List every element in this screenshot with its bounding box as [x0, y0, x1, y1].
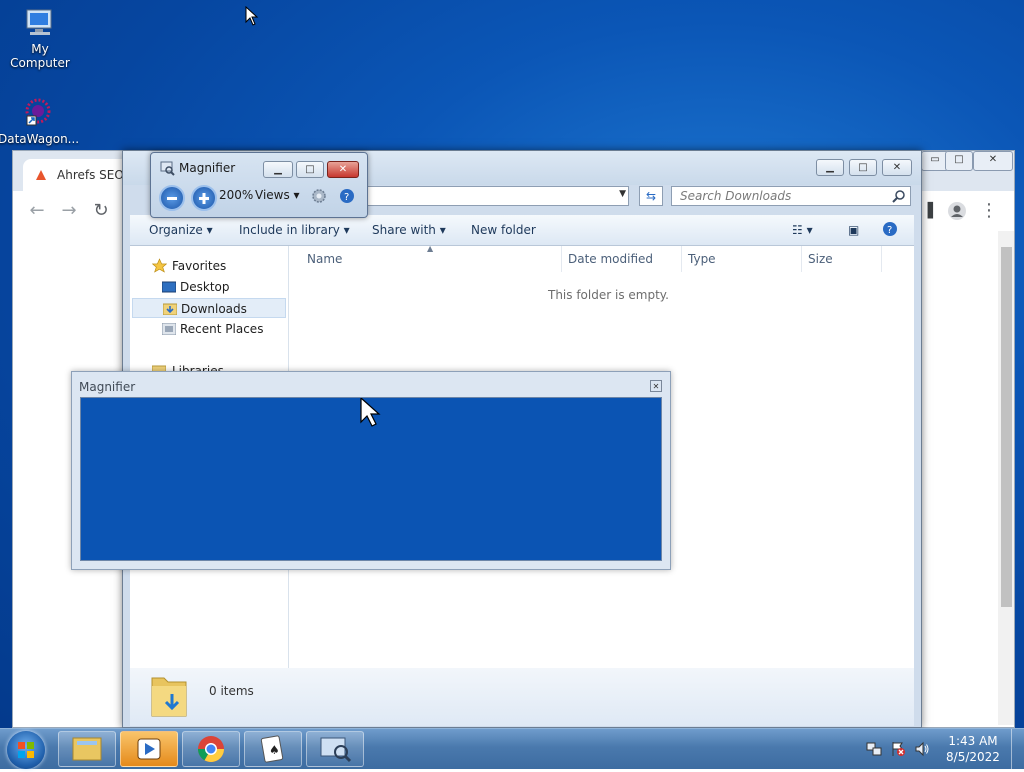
magnifier-toolbar: Magnifier ▁ □ ✕ 200% Views ▾ ?	[150, 152, 368, 218]
explorer-close-button[interactable]: ✕	[882, 159, 912, 176]
help-icon[interactable]: ?	[882, 221, 898, 240]
sort-arrow-icon: ▲	[427, 244, 434, 253]
svg-text:?: ?	[887, 225, 892, 236]
magnifier-lens-window[interactable]: Magnifier ✕	[71, 371, 671, 570]
datawagon-icon	[25, 98, 51, 126]
column-divider[interactable]	[681, 246, 682, 272]
mouse-cursor-icon	[245, 6, 259, 26]
desktop-icon-my-computer[interactable]: My Computer	[0, 8, 80, 70]
back-arrow-icon[interactable]: ←	[25, 199, 49, 223]
svg-text:?: ?	[344, 192, 349, 203]
network-icon[interactable]	[866, 741, 882, 757]
organize-button[interactable]: Organize ▾	[149, 223, 213, 237]
volume-icon[interactable]	[914, 741, 930, 757]
forward-arrow-icon[interactable]: →	[57, 199, 81, 223]
zoom-level: 200%	[219, 188, 254, 202]
column-header-size[interactable]: Size	[808, 252, 833, 266]
folder-icon	[151, 677, 187, 717]
refresh-button[interactable]: ⇆	[639, 186, 663, 206]
taskbar-chrome-button[interactable]	[182, 731, 240, 767]
magnifier-title: Magnifier	[179, 161, 236, 175]
scrollbar-thumb[interactable]	[1001, 247, 1012, 607]
recent-places-icon	[162, 323, 176, 335]
magnifier-close-button[interactable]: ✕	[327, 161, 359, 178]
ahrefs-favicon-icon	[36, 170, 46, 180]
views-dropdown[interactable]: Views ▾	[255, 188, 300, 202]
nav-item-recent-places[interactable]: Recent Places	[132, 319, 286, 339]
preview-pane-icon[interactable]: ▣	[848, 223, 859, 237]
explorer-maximize-button[interactable]: □	[849, 159, 877, 176]
magnifier-icon	[320, 737, 352, 763]
column-header-type[interactable]: Type	[688, 252, 716, 266]
minus-icon	[167, 197, 177, 200]
desktop-icon-label: DataWagon...	[0, 132, 80, 146]
change-view-icon[interactable]: ☷ ▾	[792, 223, 813, 237]
search-icon[interactable]	[892, 189, 906, 203]
column-header-date-modified[interactable]: Date modified	[568, 252, 653, 266]
chrome-maximize-button[interactable]: □	[945, 151, 973, 171]
system-clock[interactable]: 1:43 AM 8/5/2022	[936, 733, 1010, 765]
empty-folder-message: This folder is empty.	[548, 288, 669, 302]
explorer-minimize-button[interactable]: ▁	[816, 159, 844, 176]
desktop-icon-label: My Computer	[10, 42, 70, 70]
column-divider[interactable]	[881, 246, 882, 272]
search-placeholder: Search Downloads	[680, 189, 792, 203]
address-dropdown-icon[interactable]: ▼	[619, 189, 626, 199]
taskbar-media-center-button[interactable]	[120, 731, 178, 767]
magnifier-help-icon[interactable]: ?	[339, 188, 355, 204]
start-button[interactable]	[7, 731, 45, 769]
magnified-view	[80, 397, 662, 561]
solitaire-icon: ♠	[260, 735, 284, 763]
computer-icon	[26, 9, 52, 35]
details-pane: 0 items	[130, 668, 914, 726]
plus-icon	[199, 193, 209, 204]
include-in-library-button[interactable]: Include in library ▾	[239, 223, 350, 237]
clock-time: 1:43 AM	[948, 734, 998, 748]
taskbar-magnifier-button[interactable]	[306, 731, 364, 767]
zoom-out-button[interactable]	[159, 185, 185, 211]
desktop-icon-datawagon[interactable]: DataWagon...	[0, 98, 80, 146]
taskbar-solitaire-button[interactable]: ♠	[244, 731, 302, 767]
show-desktop-button[interactable]	[1011, 729, 1024, 769]
search-input[interactable]: Search Downloads	[671, 186, 911, 206]
nav-item-downloads[interactable]: Downloads	[132, 298, 286, 318]
desktop-folder-icon	[162, 281, 176, 293]
column-headers: Name ▲ Date modified Type Size	[289, 244, 914, 272]
kebab-menu-icon[interactable]: ⋮	[977, 199, 1001, 223]
share-with-button[interactable]: Share with ▾	[372, 223, 446, 237]
zoom-in-button[interactable]	[191, 185, 217, 211]
magnified-cursor-icon	[360, 398, 381, 427]
action-center-flag-icon[interactable]	[890, 741, 906, 757]
taskbar: ♠ 1:43 AM 8/5/2022	[0, 728, 1024, 769]
clock-date: 8/5/2022	[946, 750, 1000, 764]
media-center-icon	[137, 738, 161, 760]
reload-icon[interactable]: ↻	[89, 199, 113, 223]
star-icon	[152, 258, 167, 273]
profile-avatar-icon[interactable]	[945, 199, 969, 223]
item-count: 0 items	[209, 684, 254, 698]
command-bar: Organize ▾ Include in library ▾ Share wi…	[130, 215, 914, 246]
column-divider[interactable]	[561, 246, 562, 272]
magnifier-lens-title: Magnifier	[79, 380, 136, 394]
windows-logo-icon	[18, 742, 34, 758]
chrome-scrollbar[interactable]	[998, 231, 1014, 725]
reading-mode-icon[interactable]: ▌	[921, 199, 945, 223]
chrome-close-button[interactable]: ✕	[973, 151, 1013, 171]
magnifier-app-icon	[160, 161, 175, 176]
column-header-name[interactable]: Name	[307, 252, 342, 266]
nav-item-favorites[interactable]: Favorites	[132, 256, 286, 276]
magnifier-minimize-button[interactable]: ▁	[263, 161, 293, 178]
taskbar-explorer-button[interactable]	[58, 731, 116, 767]
new-folder-button[interactable]: New folder	[471, 223, 536, 237]
svg-text:♠: ♠	[269, 743, 280, 757]
nav-item-desktop[interactable]: Desktop	[132, 277, 286, 297]
column-divider[interactable]	[801, 246, 802, 272]
chrome-icon	[197, 736, 225, 763]
downloads-folder-icon	[163, 303, 177, 315]
windows-explorer-icon	[72, 737, 102, 761]
magnifier-lens-close-button[interactable]: ✕	[650, 380, 662, 392]
settings-gear-icon[interactable]	[311, 188, 327, 204]
magnifier-maximize-button[interactable]: □	[296, 161, 324, 178]
